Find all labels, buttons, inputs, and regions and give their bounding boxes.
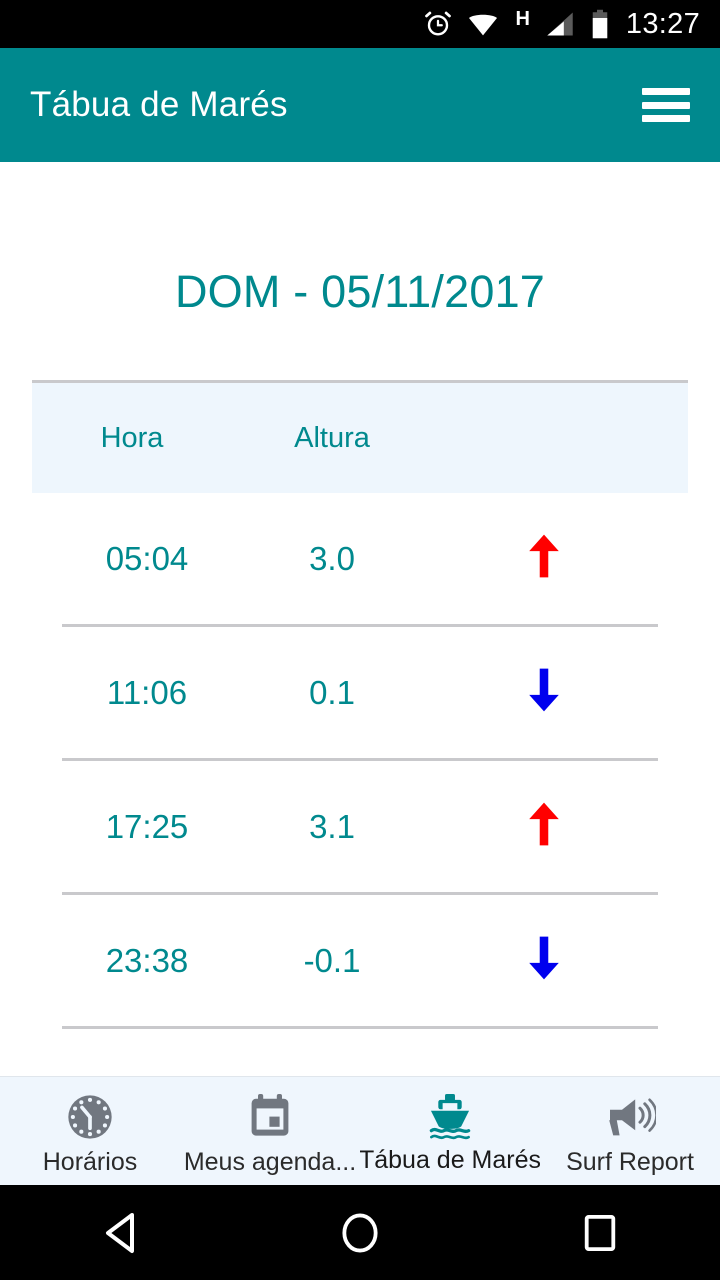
arrow-down-icon xyxy=(527,667,561,713)
arrow-up-icon xyxy=(527,533,561,579)
column-header-hora: Hora xyxy=(100,421,164,454)
app-title: Tábua de Marés xyxy=(30,85,288,124)
status-bar-clock: 13:27 xyxy=(625,7,700,40)
alarm-icon xyxy=(423,9,453,39)
back-triangle-icon[interactable] xyxy=(60,1185,180,1280)
table-body: 05:04 3.0 11:06 0.1 17:25 3.1 23:38 -0.1 xyxy=(62,493,658,1029)
table-row[interactable]: 23:38 -0.1 xyxy=(62,895,658,1029)
android-navigation-bar xyxy=(0,1185,720,1280)
nav-label-horarios: Horários xyxy=(42,1148,138,1176)
cell-hora: 23:38 xyxy=(105,941,189,979)
hamburger-menu-icon[interactable] xyxy=(642,88,690,122)
nav-item-tabua-de-mares[interactable]: Tábua de Marés xyxy=(360,1077,540,1186)
table-row[interactable]: 17:25 3.1 xyxy=(62,761,658,895)
clock-icon xyxy=(64,1091,116,1143)
page-title: DOM - 05/11/2017 xyxy=(174,266,546,317)
nav-label-tabua-de-mares: Tábua de Marés xyxy=(360,1145,540,1174)
nav-label-surf-report: Surf Report xyxy=(566,1148,694,1176)
cell-altura: 0.1 xyxy=(309,673,355,711)
nav-label-meus-agendamentos: Meus agenda... xyxy=(183,1148,357,1176)
app-bar: Tábua de Marés xyxy=(0,48,720,162)
nav-item-surf-report[interactable]: Surf Report xyxy=(540,1077,720,1186)
column-header-altura: Altura xyxy=(294,421,370,454)
recents-square-icon[interactable] xyxy=(540,1185,660,1280)
home-circle-icon[interactable] xyxy=(300,1185,420,1280)
calendar-icon xyxy=(246,1091,294,1143)
boat-icon xyxy=(424,1091,476,1143)
bottom-navigation: Horários Meus agenda... Tábua de Marés S… xyxy=(0,1076,720,1185)
phone-screen: H 13:27 Tábua de Marés DOM - 05/11/2017 xyxy=(0,0,720,1280)
cell-hora: 05:04 xyxy=(105,539,189,577)
battery-icon xyxy=(590,9,610,39)
table-row[interactable]: 11:06 0.1 xyxy=(62,627,658,761)
cell-altura: 3.0 xyxy=(309,539,355,577)
megaphone-icon xyxy=(604,1091,656,1143)
nav-item-meus-agendamentos[interactable]: Meus agenda... xyxy=(180,1077,360,1186)
table-header-row: Hora Altura xyxy=(32,380,688,493)
network-type-label: H xyxy=(515,8,530,30)
cell-altura: 3.1 xyxy=(309,807,355,845)
tide-table: Hora Altura 05:04 3.0 11:06 0.1 17:25 3.… xyxy=(0,380,720,1029)
signal-icon xyxy=(544,10,576,38)
table-row[interactable]: 05:04 3.0 xyxy=(62,493,658,627)
main-content: DOM - 05/11/2017 Hora Altura 05:04 3.0 1… xyxy=(0,162,720,1076)
cell-hora: 11:06 xyxy=(106,673,188,711)
arrow-down-icon xyxy=(527,935,561,981)
status-bar: H 13:27 xyxy=(0,0,720,48)
cell-altura: -0.1 xyxy=(303,941,361,979)
arrow-up-icon xyxy=(527,801,561,847)
wifi-icon xyxy=(467,10,499,38)
nav-item-horarios[interactable]: Horários xyxy=(0,1077,180,1186)
cell-hora: 17:25 xyxy=(105,807,189,845)
